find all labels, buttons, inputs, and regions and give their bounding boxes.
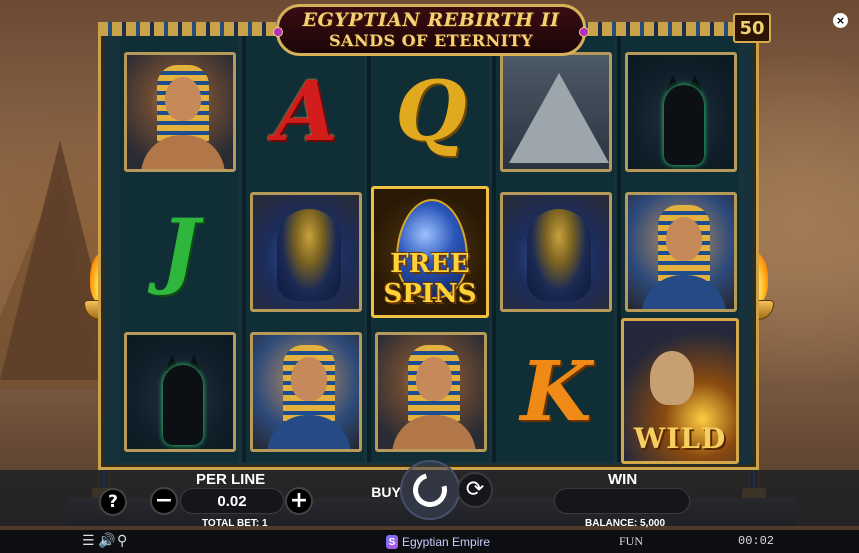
symbol-cobra [500, 192, 612, 312]
symbol-anubis-cat [625, 52, 737, 172]
game-title-line1: EGYPTIAN REBIRTH II [302, 9, 560, 31]
symbol-anubis-cat [124, 332, 236, 452]
letter-a-label: A [274, 64, 338, 160]
symbol-letter-a: A [250, 52, 362, 172]
close-icon: × [835, 14, 846, 27]
menu-icon[interactable]: ☰ [82, 533, 95, 549]
turbo-icon[interactable]: ⚲ [117, 533, 127, 549]
total-bet: TOTAL BET: 1 [202, 518, 268, 529]
symbol-cobra [250, 192, 362, 312]
symbol-free-spins: FREE SPINS [371, 186, 489, 318]
bet-increase-button[interactable]: + [285, 487, 313, 515]
letter-k-label: K [520, 344, 592, 440]
spin-button[interactable] [400, 460, 460, 520]
gem-icon [579, 27, 589, 37]
symbol-cleopatra [124, 52, 236, 172]
free-spins-label-bottom: SPINS [383, 279, 477, 309]
autoplay-icon: ⟳ [465, 477, 485, 502]
letter-q-label: Q [395, 64, 467, 160]
symbol-letter-j: J [124, 190, 236, 310]
wild-label: WILD [633, 422, 727, 455]
session-clock: 00:02 [738, 534, 775, 548]
autoplay-button[interactable]: ⟳ [457, 472, 493, 508]
per-line-value: 0.02 [180, 488, 284, 514]
symbol-pyramid [500, 52, 612, 172]
win-value [554, 488, 690, 514]
close-button[interactable]: × [833, 13, 848, 28]
bet-decrease-button[interactable]: − [150, 487, 178, 515]
skull-icon [650, 351, 694, 405]
symbol-letter-q: Q [375, 52, 487, 172]
gem-icon [273, 27, 283, 37]
sound-icon[interactable]: 🔊 [98, 533, 115, 549]
paylines-badge[interactable]: 50 [733, 13, 771, 43]
brand-name: Egyptian Empire [402, 535, 491, 549]
game-title-line2: SANDS OF ETERNITY [329, 31, 533, 50]
per-line-label: PER LINE [196, 471, 266, 488]
pyramid-icon [509, 73, 609, 163]
letter-j-label: J [160, 202, 200, 298]
symbol-pharaoh [250, 332, 362, 452]
game-title: EGYPTIAN REBIRTH II SANDS OF ETERNITY [273, 4, 589, 56]
balance: BALANCE: 5,000 [585, 518, 666, 529]
spin-icon [406, 466, 454, 514]
symbol-letter-k: K [500, 332, 612, 452]
symbol-cleopatra [375, 332, 487, 452]
brand-logo-icon: S [386, 535, 398, 549]
win-label: WIN [608, 471, 638, 488]
play-mode: FUN [619, 534, 644, 548]
brand-logo: S Egyptian Empire [386, 533, 490, 551]
symbol-pharaoh [625, 192, 737, 312]
help-button[interactable]: ? [99, 488, 127, 516]
free-spins-label-top: FREE [390, 249, 470, 279]
symbol-wild: WILD [621, 318, 739, 464]
